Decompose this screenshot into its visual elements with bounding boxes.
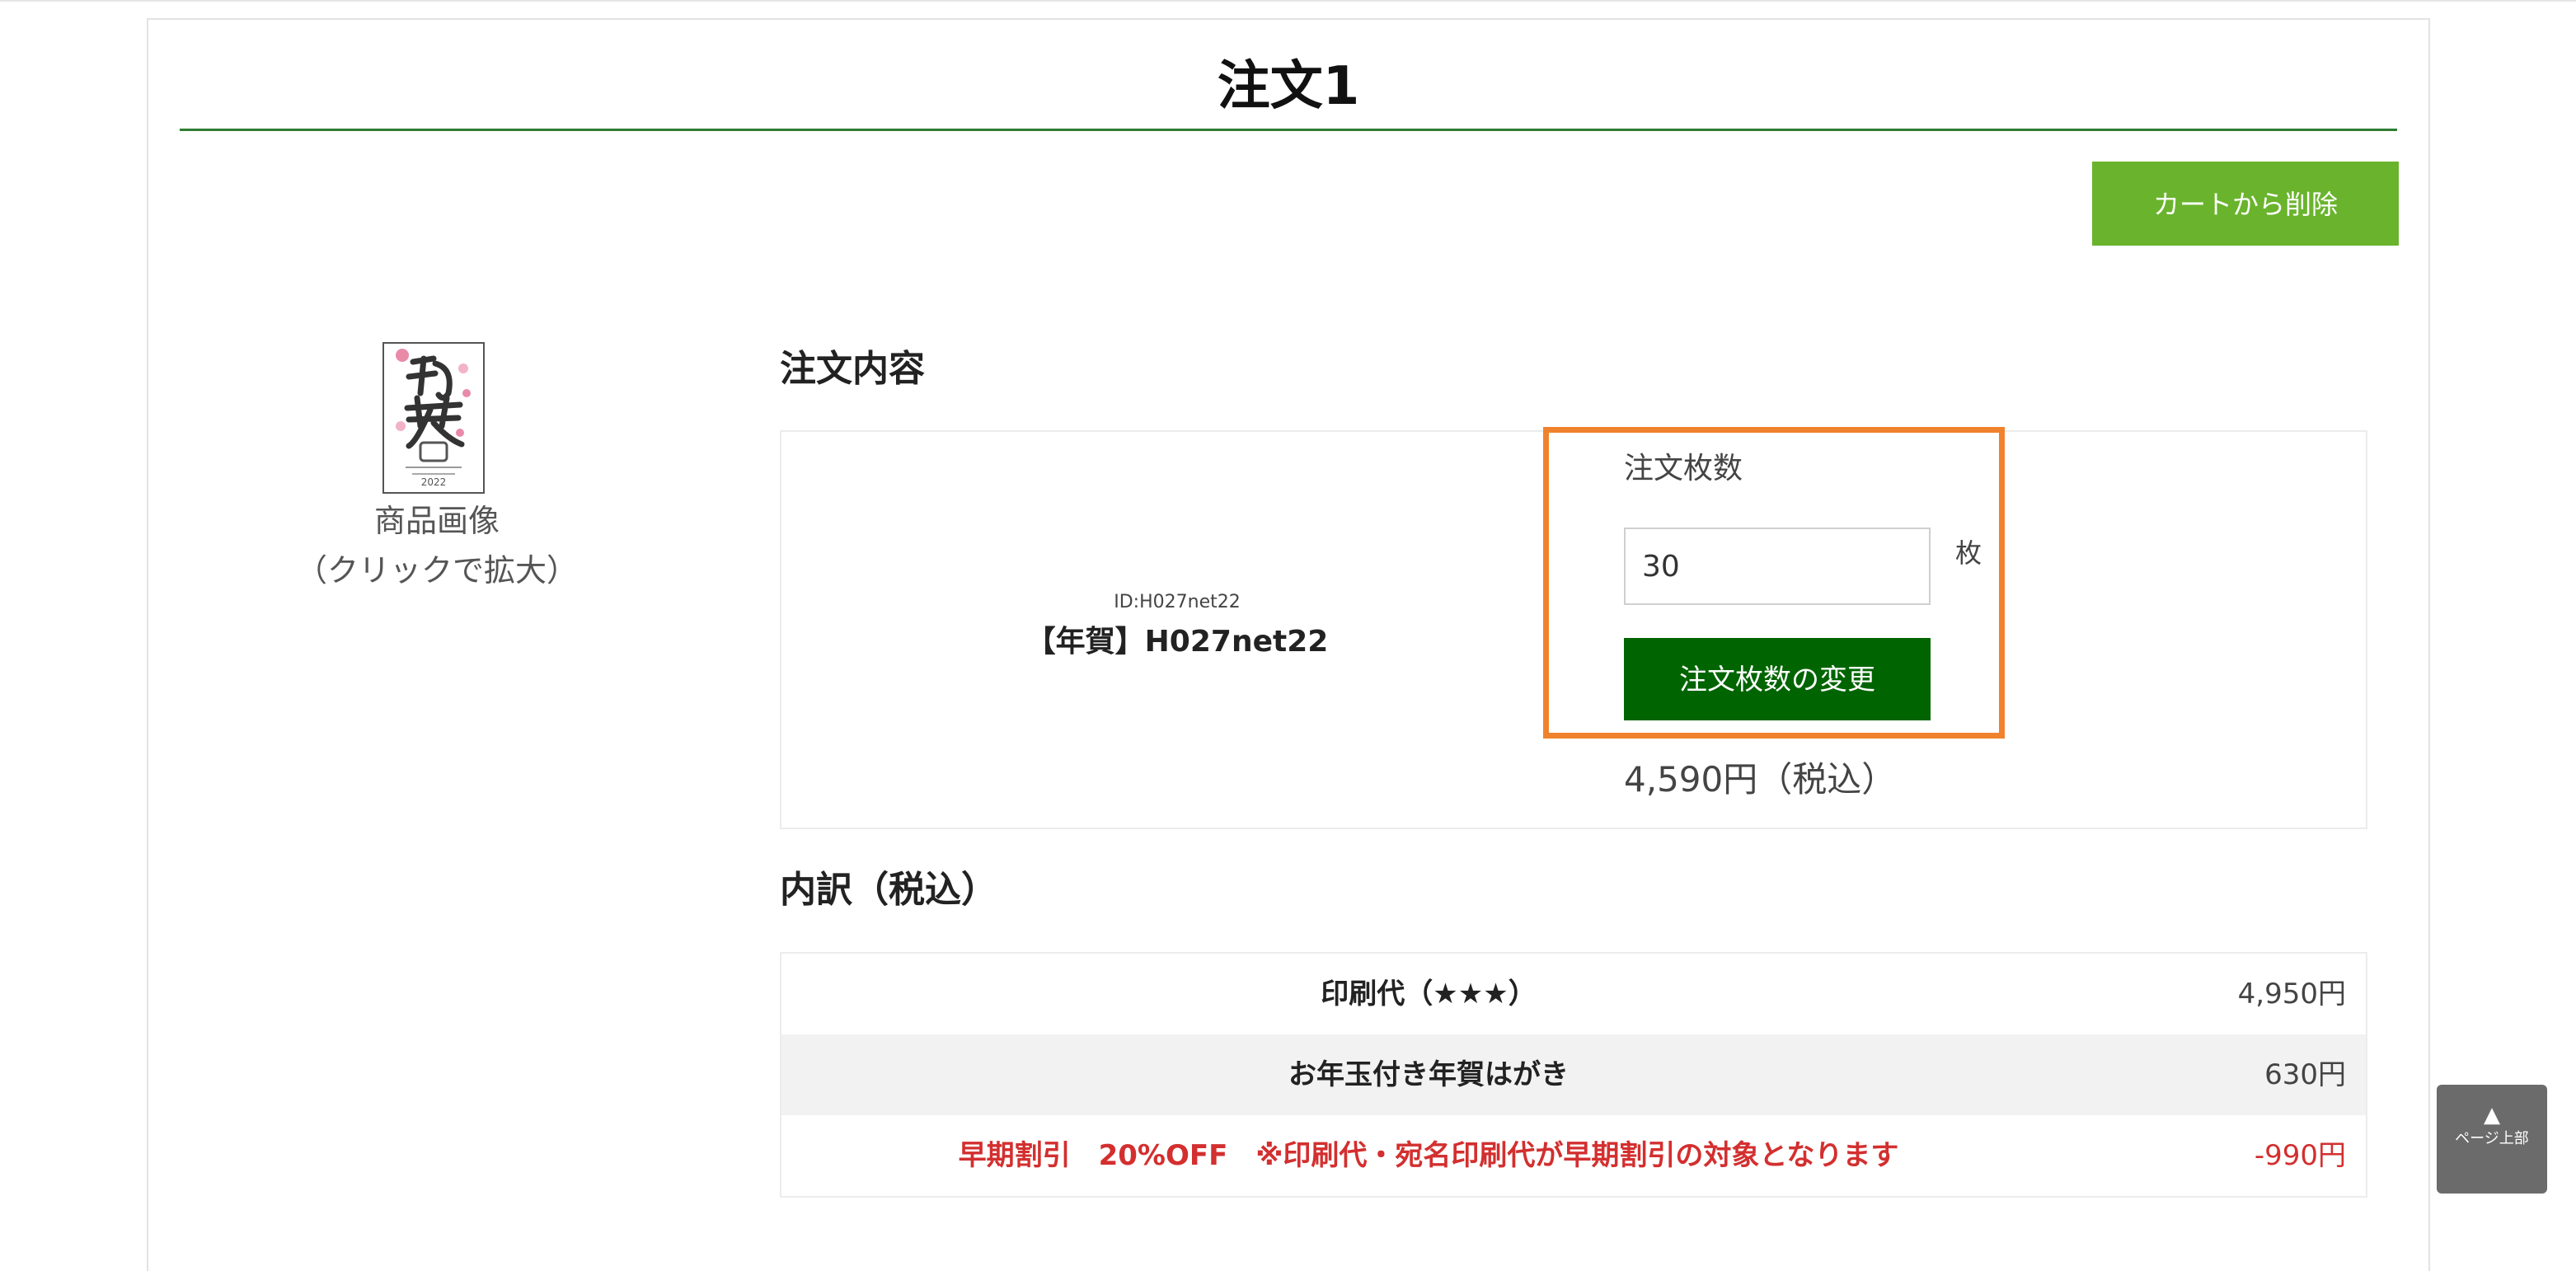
change-quantity-button[interactable]: 注文枚数の変更 bbox=[1624, 638, 1931, 720]
new-year-card-image: 2022 bbox=[384, 344, 483, 492]
image-caption-line1: 商品画像 bbox=[373, 503, 500, 539]
breakdown-label: お年玉付き年賀はがき bbox=[1288, 1058, 1569, 1091]
svg-text:2022: 2022 bbox=[421, 476, 447, 488]
product-thumbnail[interactable]: 2022 bbox=[382, 342, 485, 494]
image-caption-line2: （クリックで拡大） bbox=[295, 552, 578, 589]
remove-from-cart-button[interactable]: カートから削除 bbox=[2092, 162, 2399, 246]
quantity-unit: 枚 bbox=[1955, 537, 1982, 569]
top-border bbox=[0, 0, 2576, 2]
breakdown-row-discount: 早期割引 20%OFF ※印刷代・宛名印刷代が早期割引の対象となります -990… bbox=[781, 1115, 2366, 1196]
breakdown-value: -990円 bbox=[2254, 1139, 2346, 1172]
page-top-button[interactable]: ▲ ページ上部 bbox=[2437, 1085, 2547, 1194]
page-top-label: ページ上部 bbox=[2455, 1130, 2529, 1147]
page-title: 注文1 bbox=[1217, 56, 1360, 117]
breakdown-heading: 内訳（税込） bbox=[780, 869, 997, 911]
breakdown-value: 630円 bbox=[2264, 1058, 2346, 1091]
breakdown-table: 印刷代（★★★） 4,950円 お年玉付き年賀はがき 630円 早期割引 20%… bbox=[780, 952, 2367, 1198]
breakdown-row-printing: 印刷代（★★★） 4,950円 bbox=[781, 954, 2366, 1034]
breakdown-label: 印刷代（★★★） bbox=[1321, 978, 1537, 1011]
breakdown-row-postcard: お年玉付き年賀はがき 630円 bbox=[781, 1034, 2366, 1115]
order-details-heading: 注文内容 bbox=[780, 348, 925, 390]
product-id: ID:H027net22 bbox=[1114, 592, 1241, 612]
breakdown-label: 早期割引 20%OFF ※印刷代・宛名印刷代が早期割引の対象となります bbox=[958, 1139, 1899, 1172]
quantity-input[interactable] bbox=[1624, 528, 1931, 605]
arrow-up-icon: ▲ bbox=[2484, 1103, 2500, 1128]
quantity-label: 注文枚数 bbox=[1624, 452, 1743, 485]
product-name: 【年賀】H027net22 bbox=[1025, 625, 1329, 659]
image-caption: 商品画像 （クリックで拡大） bbox=[272, 496, 602, 595]
breakdown-value: 4,950円 bbox=[2237, 978, 2346, 1011]
title-divider bbox=[180, 129, 2397, 131]
order-price: 4,590円（税込） bbox=[1624, 759, 1897, 800]
